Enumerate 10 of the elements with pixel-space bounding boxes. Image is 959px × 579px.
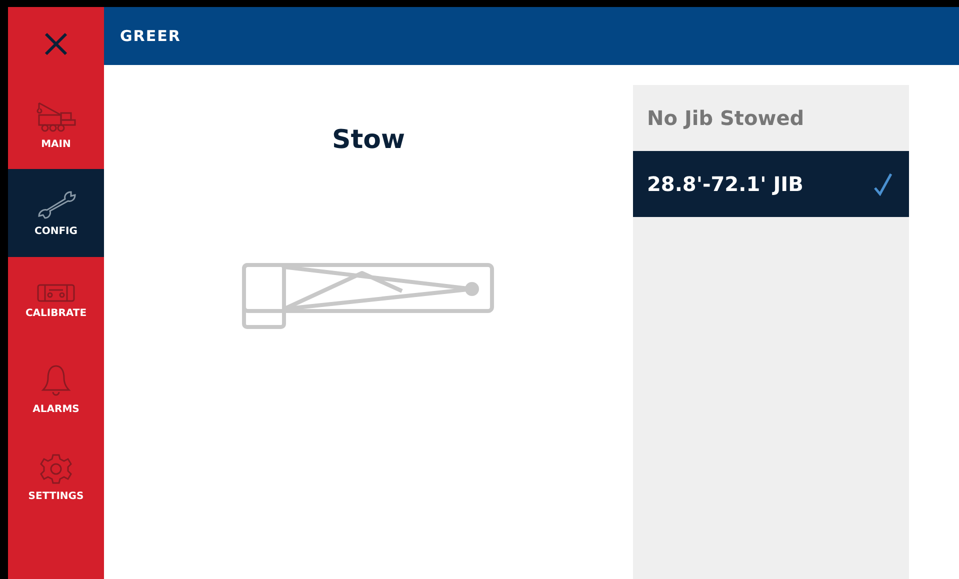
close-icon <box>44 32 68 56</box>
crane-truck-icon <box>35 100 77 132</box>
brand-logo: GREER <box>120 27 181 45</box>
level-gauge-icon <box>37 284 75 302</box>
checkmark-icon <box>873 172 893 196</box>
jib-option[interactable]: 28.8'-72.1' JIB <box>633 151 909 217</box>
sidebar-item[interactable]: CONFIG <box>8 169 104 257</box>
bell-icon <box>41 364 71 398</box>
page-title: Stow <box>332 125 406 155</box>
settings-icon <box>40 452 72 484</box>
